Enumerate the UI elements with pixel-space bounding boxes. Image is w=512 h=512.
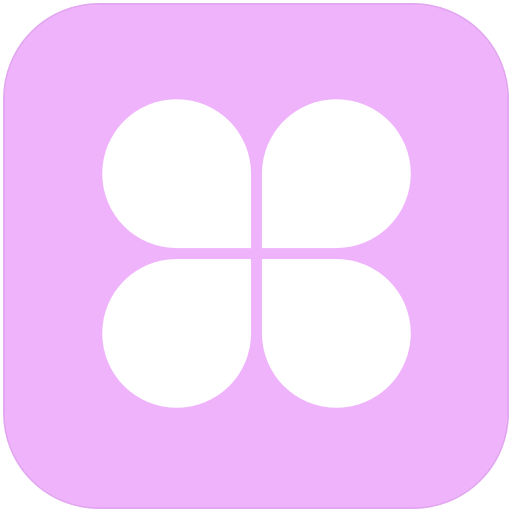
app-icon-tile[interactable] bbox=[3, 3, 509, 509]
four-petal-clover-icon bbox=[5, 5, 507, 507]
petal-top-left bbox=[102, 99, 252, 249]
petal-bottom-right bbox=[261, 258, 411, 408]
petal-top-right bbox=[261, 99, 411, 249]
icon-canvas bbox=[0, 0, 512, 512]
tile-background bbox=[5, 5, 507, 507]
petal-bottom-left bbox=[102, 258, 252, 408]
